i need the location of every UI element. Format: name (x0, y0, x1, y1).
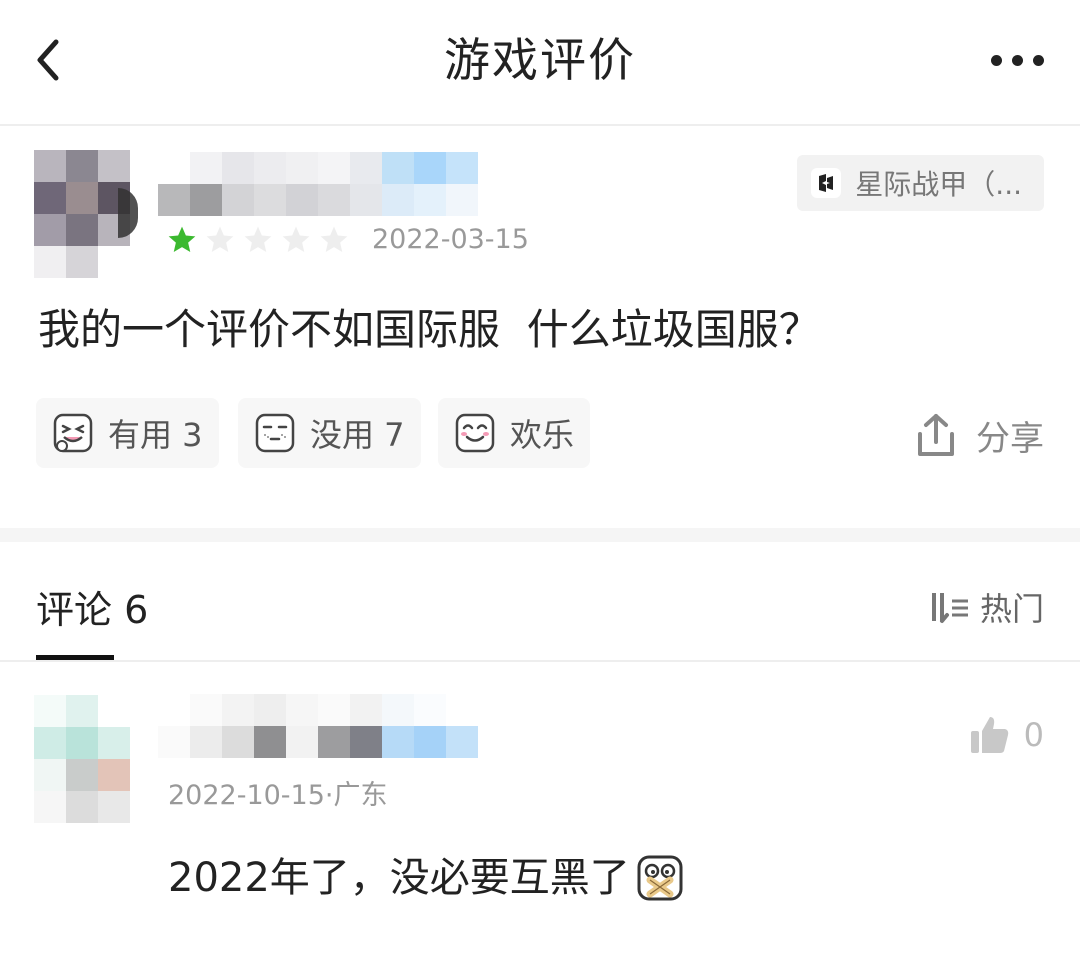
sort-hot-button[interactable]: 热门 (928, 582, 1044, 632)
share-label: 分享 (976, 418, 1044, 459)
reviewer-name-blurred[interactable] (158, 152, 480, 216)
star-rating (166, 224, 350, 256)
star-icon (244, 226, 272, 252)
unamused-emoji-icon (255, 413, 295, 453)
game-logo-icon (811, 168, 842, 198)
useful-button[interactable]: 有用 3 (36, 398, 219, 468)
useful-label: 有用 3 (108, 416, 203, 454)
section-divider (0, 528, 1080, 542)
game-tag[interactable]: 星际战甲（... (797, 155, 1044, 211)
comment-text-row: 2022年了，没必要互黑了 (168, 848, 684, 908)
commenter-avatar[interactable] (34, 695, 130, 823)
comments-tab[interactable]: 评论 6 (36, 580, 148, 640)
comment-text: 2022年了，没必要互黑了 (168, 855, 630, 901)
sort-icon (931, 593, 968, 623)
reviewer-avatar[interactable] (34, 150, 130, 278)
funny-label: 欢乐 (510, 416, 575, 454)
commenter-name-blurred[interactable] (158, 694, 480, 758)
thumbs-up-icon (970, 717, 1008, 753)
sort-label: 热门 (979, 590, 1044, 628)
star-icon (168, 226, 196, 252)
game-tag-label: 星际战甲（... (855, 168, 1022, 201)
star-icon (320, 226, 348, 252)
avatar-badge (118, 188, 138, 238)
more-dots-icon (991, 54, 1002, 66)
page-title: 游戏评价 (444, 33, 636, 87)
laugh-emoji-icon (53, 413, 93, 453)
like-button[interactable]: 0 (968, 710, 1044, 760)
funny-button[interactable]: 欢乐 (438, 398, 591, 468)
star-icon (206, 226, 234, 252)
more-options-button[interactable] (974, 30, 1044, 90)
shush-emoji-icon (637, 855, 683, 901)
useless-label: 没用 7 (310, 416, 405, 454)
star-icon (282, 226, 310, 252)
like-count: 0 (1023, 716, 1044, 754)
share-icon (918, 414, 954, 456)
review-text: 我的一个评价不如国际服 什么垃圾国服？ (38, 305, 821, 354)
happy-emoji-icon (455, 413, 495, 453)
comments-divider (0, 660, 1080, 662)
useless-button[interactable]: 没用 7 (238, 398, 421, 468)
header-divider (0, 124, 1080, 126)
share-button[interactable]: 分享 (914, 405, 1044, 465)
comment-meta: 2022-10-15·广东 (168, 780, 388, 811)
review-date: 2022-03-15 (372, 224, 529, 255)
